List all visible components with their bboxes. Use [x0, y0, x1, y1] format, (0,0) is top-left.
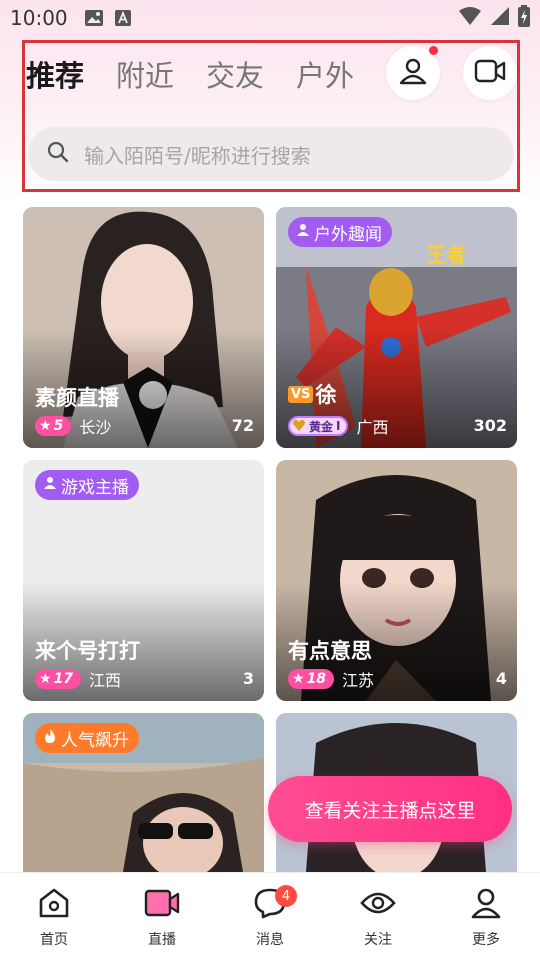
font-icon	[114, 9, 132, 27]
category-badge: 游戏主播	[35, 470, 139, 500]
nav-follow[interactable]: 关注	[324, 873, 432, 960]
viewer-count: 3	[242, 669, 254, 688]
live-card[interactable]: 有点意思 ★ 18 江苏 4	[276, 460, 517, 701]
search-placeholder: 输入陌陌号/昵称进行搜索	[84, 143, 311, 168]
vs-icon: VS	[288, 385, 314, 403]
status-bar: 10:00	[0, 0, 540, 36]
person-icon	[398, 56, 428, 90]
card-title: 徐	[315, 383, 337, 407]
nav-messages[interactable]: 4 消息	[216, 873, 324, 960]
live-card[interactable]: 王者 户外趣闻 VS 徐 黄金 I 广西 302	[276, 207, 517, 448]
search-icon	[46, 140, 70, 168]
tab-outdoor[interactable]: 户外	[296, 53, 354, 95]
video-camera-icon	[474, 58, 506, 88]
nav-label: 关注	[364, 932, 392, 948]
eye-icon	[360, 887, 396, 923]
category-tabs: 推荐 附近 交友 户外	[26, 50, 354, 98]
level-badge: ★ 18	[288, 669, 335, 689]
tab-recommend[interactable]: 推荐	[26, 53, 84, 95]
search-bar[interactable]: 输入陌陌号/昵称进行搜索	[28, 127, 514, 181]
svg-text:王者: 王者	[426, 243, 466, 267]
nav-label: 消息	[256, 932, 284, 948]
card-meta: ★ 17 江西	[35, 667, 121, 691]
card-location: 江西	[89, 671, 122, 690]
status-right	[458, 4, 530, 32]
level-badge: ★ 5	[35, 416, 72, 436]
category-badge: 户外趣闻	[288, 217, 392, 247]
category-badge: 人气飙升	[35, 723, 139, 753]
viewer-count: 302	[473, 416, 507, 435]
card-title: 有点意思	[288, 639, 372, 663]
tab-nearby[interactable]: 附近	[116, 53, 174, 95]
card-meta: ★ 5 长沙	[35, 414, 111, 438]
live-video-icon	[144, 887, 180, 923]
notification-dot	[429, 46, 438, 55]
viewer-count: 72	[231, 416, 254, 435]
unread-badge: 4	[275, 885, 297, 907]
card-title: 素颜直播	[35, 386, 119, 410]
card-location: 广西	[356, 418, 389, 437]
person-icon	[296, 222, 310, 242]
rank-badge: 黄金 I	[288, 416, 349, 436]
card-title: 来个号打打	[35, 639, 140, 663]
live-card[interactable]: 素颜直播 ★ 5 长沙 72	[23, 207, 264, 448]
viewer-count: 4	[495, 669, 507, 688]
heart-icon	[292, 418, 306, 435]
card-location: 江苏	[342, 671, 375, 690]
nav-label: 首页	[40, 932, 68, 948]
card-location: 长沙	[79, 418, 112, 437]
nav-live[interactable]: 直播	[108, 873, 216, 960]
nav-label: 更多	[472, 932, 500, 948]
nav-home[interactable]: 首页	[0, 873, 108, 960]
go-live-button[interactable]	[463, 46, 517, 100]
nav-more[interactable]: 更多	[432, 873, 540, 960]
card-meta: ★ 18 江苏	[288, 667, 374, 691]
level-badge: ★ 17	[35, 669, 82, 689]
card-title-row: VS 徐	[288, 379, 336, 409]
battery-icon	[518, 4, 530, 32]
signal-icon	[490, 6, 510, 31]
gallery-icon	[84, 9, 104, 27]
bottom-nav: 首页 直播 4 消息 关注 更多	[0, 872, 540, 960]
flame-icon	[43, 728, 57, 749]
profile-button[interactable]	[386, 46, 440, 100]
status-time: 10:00	[10, 6, 68, 30]
wifi-icon	[458, 6, 482, 31]
tab-friends[interactable]: 交友	[206, 53, 264, 95]
person-icon	[470, 887, 502, 923]
live-card[interactable]: 人气飙升	[23, 713, 264, 872]
view-followed-streamers-button[interactable]: 查看关注主播点这里	[268, 776, 512, 842]
card-meta: 黄金 I 广西	[288, 414, 389, 438]
home-icon	[37, 887, 71, 923]
nav-label: 直播	[148, 932, 176, 948]
person-icon	[43, 475, 57, 495]
live-card[interactable]: 游戏主播 来个号打打 ★ 17 江西 3	[23, 460, 264, 701]
